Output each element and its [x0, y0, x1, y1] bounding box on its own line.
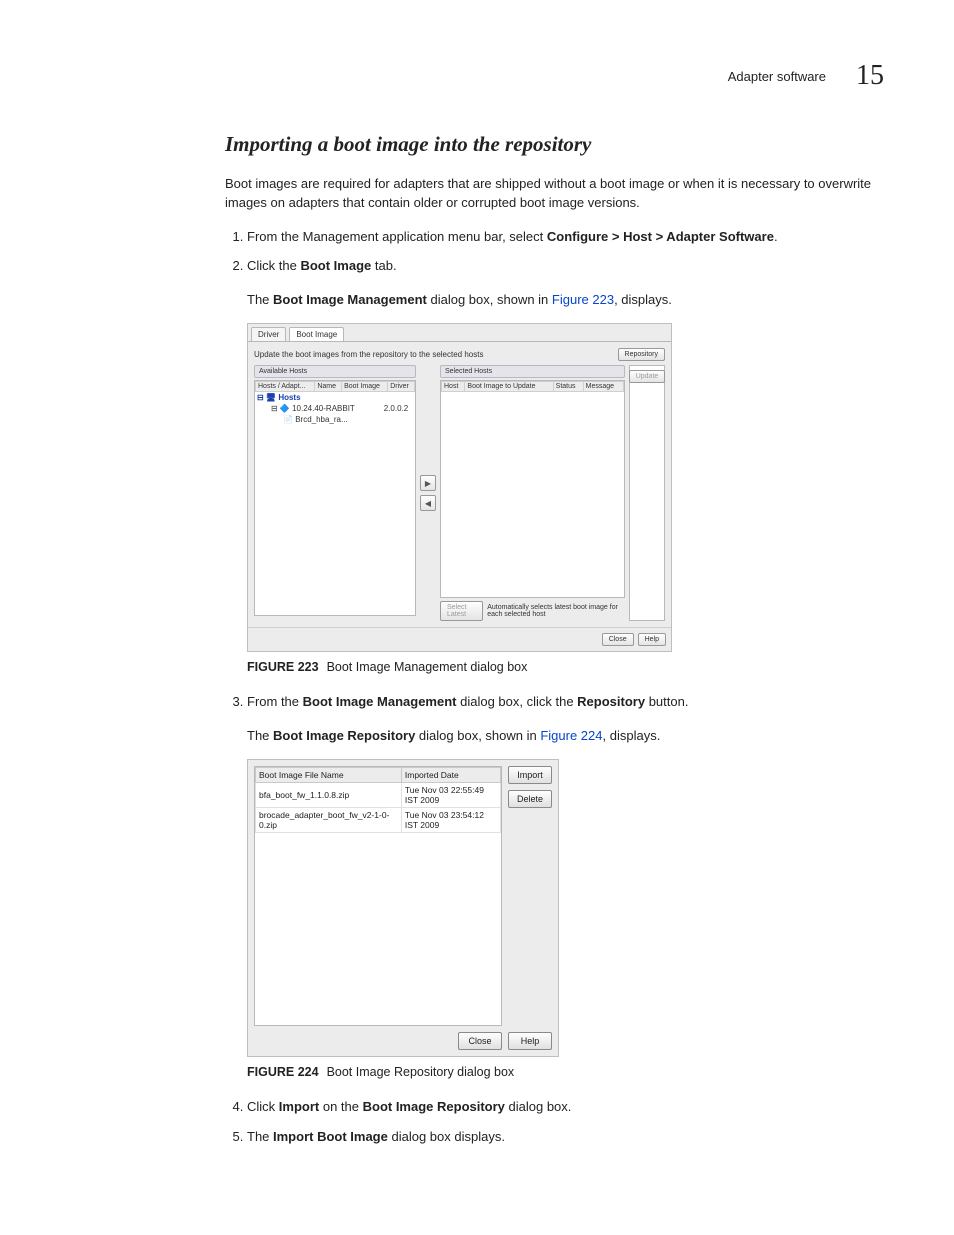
close-button[interactable]: Close	[458, 1032, 502, 1050]
col-driver[interactable]: Driver	[388, 382, 415, 392]
selected-hosts-header: Selected Hosts	[440, 365, 625, 378]
move-right-button[interactable]: ▶	[420, 475, 436, 491]
step-5: The Import Boot Image dialog box display…	[247, 1127, 884, 1147]
step-4: Click Import on the Boot Image Repositor…	[247, 1097, 884, 1117]
boot-image-repo-dialog: Boot Image File Name Imported Date bfa_b…	[247, 759, 559, 1057]
step-2-sub: The Boot Image Management dialog box, sh…	[247, 290, 884, 310]
col-message[interactable]: Message	[583, 382, 623, 392]
selected-hosts-list[interactable]: Host Boot Image to Update Status Message	[440, 380, 625, 598]
boot-image-mgmt-dialog: Driver Boot Image Update the boot images…	[247, 323, 672, 652]
figure-223-link[interactable]: Figure 223	[552, 292, 614, 307]
page-number: 15	[856, 60, 884, 92]
repo-table[interactable]: Boot Image File Name Imported Date bfa_b…	[254, 766, 502, 1026]
intro-paragraph: Boot images are required for adapters th…	[225, 175, 884, 213]
update-button[interactable]: Update	[629, 370, 666, 383]
figure-224-caption: FIGURE 224Boot Image Repository dialog b…	[247, 1065, 884, 1079]
col-filename[interactable]: Boot Image File Name	[256, 768, 402, 783]
delete-button[interactable]: Delete	[508, 790, 552, 808]
col-host[interactable]: Host	[442, 382, 465, 392]
col-status[interactable]: Status	[553, 382, 583, 392]
step-2: Click the Boot Image tab.	[247, 256, 884, 276]
available-hosts-list[interactable]: Hosts / Adapt... Name Boot Image Driver …	[254, 380, 416, 616]
running-head: Adapter software	[728, 69, 826, 84]
figure-223: Driver Boot Image Update the boot images…	[247, 323, 884, 652]
repository-button[interactable]: Repository	[618, 348, 665, 361]
adapter-row[interactable]: 📄 Brcd_hba_ra...	[255, 414, 415, 425]
move-left-button[interactable]: ◀	[420, 495, 436, 511]
hosts-root[interactable]: ⊟ 🖥 Hosts	[255, 392, 415, 403]
col-hosts[interactable]: Hosts / Adapt...	[256, 382, 315, 392]
step-3-sub: The Boot Image Repository dialog box, sh…	[247, 726, 884, 746]
boot-image-tab[interactable]: Boot Image	[289, 327, 344, 341]
table-row[interactable]: brocade_adapter_boot_fw_v2-1-0-0.zipTue …	[256, 808, 501, 833]
col-boot-update[interactable]: Boot Image to Update	[465, 382, 553, 392]
help-button[interactable]: Help	[638, 633, 666, 646]
col-bootimage[interactable]: Boot Image	[342, 382, 388, 392]
table-row[interactable]: bfa_boot_fw_1.1.0.8.zipTue Nov 03 22:55:…	[256, 783, 501, 808]
driver-tab[interactable]: Driver	[251, 327, 286, 341]
close-button[interactable]: Close	[602, 633, 634, 646]
select-latest-text: Automatically selects latest boot image …	[487, 604, 625, 618]
step-3: From the Boot Image Management dialog bo…	[247, 692, 884, 712]
step-1: From the Management application menu bar…	[247, 227, 884, 247]
available-hosts-header: Available Hosts	[254, 365, 416, 378]
dialog-desc: Update the boot images from the reposito…	[254, 350, 483, 359]
figure-224-link[interactable]: Figure 224	[540, 728, 602, 743]
figure-223-caption: FIGURE 223Boot Image Management dialog b…	[247, 660, 884, 674]
page-header: Adapter software 15	[225, 60, 884, 92]
col-name[interactable]: Name	[315, 382, 342, 392]
import-button[interactable]: Import	[508, 766, 552, 784]
host-row[interactable]: ⊟ 🔷 10.24.40-RABBIT 2.0.0.2	[255, 403, 415, 414]
col-date[interactable]: Imported Date	[401, 768, 500, 783]
figure-224: Boot Image File Name Imported Date bfa_b…	[247, 759, 884, 1057]
section-heading: Importing a boot image into the reposito…	[225, 132, 884, 157]
help-button[interactable]: Help	[508, 1032, 552, 1050]
select-latest-button[interactable]: Select Latest	[440, 601, 483, 621]
